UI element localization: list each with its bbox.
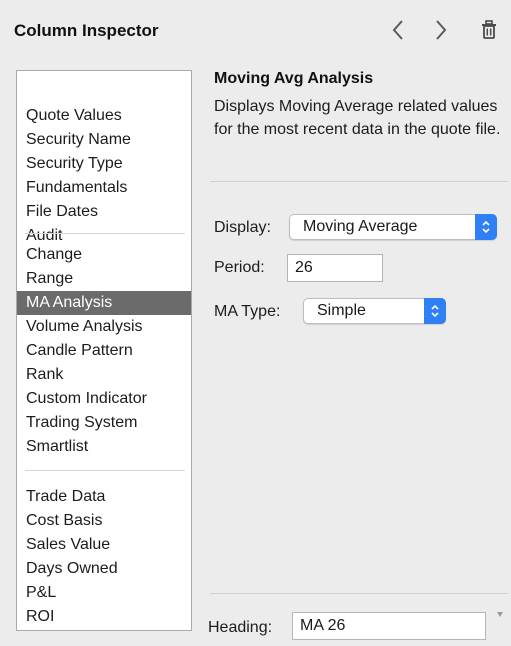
list-item[interactable]: Rank <box>17 363 191 387</box>
back-button[interactable] <box>384 14 412 46</box>
list-item[interactable]: Days Owned <box>17 557 191 581</box>
delete-column-button[interactable] <box>475 14 503 46</box>
list-item[interactable]: Custom Indicator <box>17 387 191 411</box>
period-label: Period: <box>214 259 265 276</box>
list-item[interactable]: Volume Analysis <box>17 315 191 339</box>
list-item-selected[interactable]: MA Analysis <box>17 291 191 315</box>
panel-title: Column Inspector <box>14 21 159 40</box>
list-item[interactable]: Security Name <box>17 128 191 152</box>
list-item[interactable]: Sales Value <box>17 533 191 557</box>
ma-type-label: MA Type: <box>214 303 281 320</box>
detail-divider <box>210 181 508 182</box>
list-item[interactable]: Candle Pattern <box>17 339 191 363</box>
ma-type-popup[interactable]: Simple <box>303 298 446 324</box>
list-item[interactable]: File Dates <box>17 200 191 224</box>
trash-icon <box>482 20 496 39</box>
column-category-list[interactable]: Quote Values Security Name Security Type… <box>16 70 192 631</box>
inspector-header: Column Inspector <box>0 0 511 56</box>
list-item[interactable]: P&L <box>17 581 191 605</box>
list-item[interactable]: Smartlist <box>17 435 191 459</box>
period-field[interactable]: 26 <box>287 254 383 282</box>
updown-arrows-icon <box>424 298 446 324</box>
list-item[interactable]: ROI <box>17 605 191 629</box>
list-item[interactable]: Trade Data <box>17 485 191 509</box>
list-item[interactable]: Range <box>17 267 191 291</box>
heading-divider <box>210 593 508 594</box>
chevron-left-icon <box>392 20 403 40</box>
list-item[interactable]: Security Type <box>17 152 191 176</box>
list-item[interactable]: Cost Basis <box>17 509 191 533</box>
list-item[interactable]: Quote Values <box>17 104 191 128</box>
list-item[interactable]: Trading System <box>17 411 191 435</box>
forward-button[interactable] <box>427 14 455 46</box>
detail-description: Displays Moving Average related values f… <box>214 98 501 138</box>
list-item[interactable]: Fundamentals <box>17 176 191 200</box>
list-divider <box>25 233 185 234</box>
list-item[interactable]: Change <box>17 243 191 267</box>
heading-field[interactable]: MA 26 <box>292 612 486 640</box>
display-label: Display: <box>214 219 271 236</box>
updown-arrows-icon <box>475 214 497 240</box>
chevron-right-icon <box>436 20 447 40</box>
display-popup[interactable]: Moving Average <box>289 214 497 240</box>
detail-title: Moving Avg Analysis <box>214 70 374 87</box>
list-divider <box>25 470 185 471</box>
heading-label: Heading: <box>208 619 273 636</box>
ma-type-popup-value: Simple <box>317 302 366 319</box>
display-popup-value: Moving Average <box>303 218 418 235</box>
resize-triangle-icon <box>497 612 503 617</box>
